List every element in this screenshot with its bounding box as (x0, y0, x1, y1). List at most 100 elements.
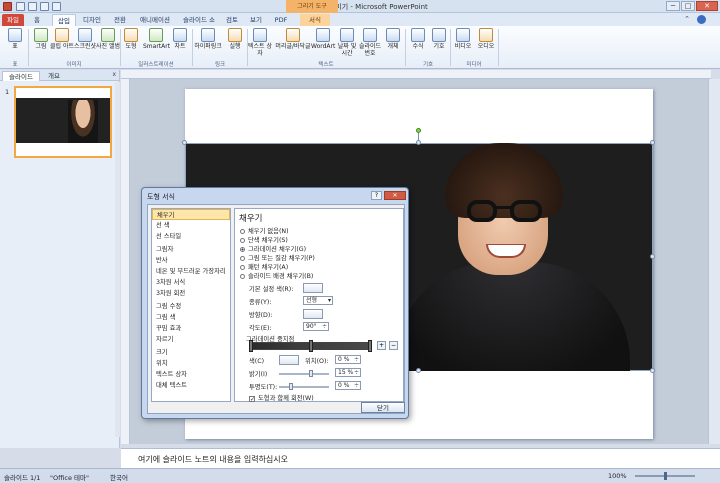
category-line-color[interactable]: 선 색 (152, 220, 230, 231)
wordart-button[interactable]: WordArt (311, 28, 335, 50)
category-3d-format[interactable]: 3차원 서식 (152, 277, 230, 288)
transparency-input[interactable]: 0 % (335, 381, 361, 390)
tab-slideshow[interactable]: 슬라이드 쇼 (180, 14, 218, 26)
resize-handle-top-right[interactable] (650, 140, 655, 145)
close-panel-icon[interactable]: x (112, 71, 116, 78)
type-dropdown[interactable]: 선형 (303, 296, 333, 305)
category-alt-text[interactable]: 대체 텍스트 (152, 380, 230, 391)
slide-number-button[interactable]: 슬라이드 번호 (358, 28, 382, 57)
tab-slides[interactable]: 슬라이드 (2, 71, 40, 81)
textbox-button[interactable]: 텍스트 상자 (248, 28, 272, 57)
language-status[interactable]: 한국어 (110, 472, 128, 482)
gradient-stop-1[interactable] (249, 340, 253, 352)
tab-animations[interactable]: 애니메이션 (136, 14, 174, 26)
minimize-ribbon-icon[interactable]: ⌃ (684, 15, 690, 23)
close-button[interactable]: ✕ (696, 1, 718, 11)
preset-colors-button[interactable] (303, 283, 323, 293)
category-3d-rotation[interactable]: 3차원 회전 (152, 288, 230, 299)
transparency-slider-knob[interactable] (289, 383, 293, 390)
glasses-left-lens (467, 200, 497, 222)
radio-solid-fill[interactable]: 단색 채우기(S) (240, 235, 288, 244)
dialog-close-button[interactable]: 닫기 (361, 402, 405, 413)
resize-handle-top[interactable] (416, 140, 421, 145)
resize-handle-top-left[interactable] (182, 140, 187, 145)
brightness-input[interactable]: 15 % (335, 368, 361, 377)
tab-design[interactable]: 디자인 (80, 14, 104, 26)
position-input[interactable]: 0 % (335, 355, 361, 364)
category-fill[interactable]: 채우기 (152, 209, 230, 220)
vertical-ruler[interactable] (121, 79, 130, 444)
header-footer-button[interactable]: 머리글/바닥글 (274, 28, 312, 50)
radio-picture-texture-fill[interactable]: 그림 또는 질감 채우기(P) (240, 253, 315, 262)
remove-stop-icon[interactable]: − (389, 341, 398, 350)
help-icon[interactable] (697, 15, 706, 24)
category-crop[interactable]: 자르기 (152, 334, 230, 345)
angle-input[interactable]: 90° (303, 322, 329, 331)
shapes-button[interactable]: 도형 (119, 28, 143, 50)
datetime-button[interactable]: 날짜 및 시간 (335, 28, 359, 57)
chart-button[interactable]: 차트 (168, 28, 192, 50)
tab-format[interactable]: 서식 (300, 14, 330, 26)
category-reflection[interactable]: 반사 (152, 255, 230, 266)
notes-pane[interactable]: 여기에 슬라이드 노트의 내용을 입력하십시오 (121, 448, 720, 468)
hyperlink-button[interactable]: 하이퍼링크 (193, 28, 223, 50)
minimize-button[interactable]: ─ (666, 1, 680, 11)
slide-thumbnail[interactable] (14, 86, 112, 158)
category-text-box[interactable]: 텍스트 상자 (152, 369, 230, 380)
category-shadow[interactable]: 그림자 (152, 244, 230, 255)
maximize-button[interactable]: □ (681, 1, 695, 11)
screenshot-button[interactable]: 스크린샷 (73, 28, 97, 50)
clipart-button[interactable]: 클립 아트 (50, 28, 74, 50)
brightness-slider[interactable] (279, 373, 329, 375)
symbol-button[interactable]: 기호 (427, 28, 451, 50)
transparency-label: 투명도(T): (249, 384, 278, 391)
object-button[interactable]: 개체 (381, 28, 405, 50)
gradient-stop-2[interactable] (309, 340, 313, 352)
direction-button[interactable] (303, 309, 323, 319)
zoom-slider-knob[interactable] (664, 472, 667, 480)
tab-transitions[interactable]: 전환 (110, 14, 130, 26)
panel-scrollbar[interactable] (115, 82, 120, 437)
video-button[interactable]: 비디오 (451, 28, 475, 50)
vertical-scrollbar[interactable] (708, 79, 720, 444)
category-size[interactable]: 크기 (152, 347, 230, 358)
rotation-handle[interactable] (416, 128, 421, 133)
tab-insert[interactable]: 삽입 (52, 14, 76, 26)
brightness-slider-knob[interactable] (309, 370, 313, 377)
tab-pdf[interactable]: PDF (272, 14, 290, 26)
category-picture-color[interactable]: 그림 색 (152, 312, 230, 323)
dialog-close-x-button[interactable]: ✕ (384, 191, 406, 200)
rotate-with-shape-label: 도형과 함께 회전(W) (258, 395, 314, 402)
tab-review[interactable]: 검토 (224, 14, 240, 26)
tab-file[interactable]: 파일 (2, 14, 24, 26)
dialog-help-button[interactable]: ? (371, 191, 382, 200)
color-picker-button[interactable] (279, 355, 299, 365)
header-footer-button-label: 머리글/바닥글 (275, 43, 311, 50)
gradient-stop-3[interactable] (368, 340, 372, 352)
horizontal-ruler[interactable] (121, 70, 711, 79)
transparency-slider[interactable] (279, 386, 329, 388)
resize-handle-bottom-right[interactable] (650, 368, 655, 373)
audio-button[interactable]: 오디오 (474, 28, 498, 50)
photo-album-button[interactable]: 사진 앨범 (96, 28, 120, 50)
radio-slide-background-fill[interactable]: 슬라이드 배경 채우기(B) (240, 271, 313, 280)
resize-handle-right[interactable] (650, 254, 655, 259)
add-stop-icon[interactable]: + (377, 341, 386, 350)
category-glow-soft-edges[interactable]: 네온 및 부드러운 가장자리 (152, 266, 230, 277)
tab-view[interactable]: 보기 (248, 14, 264, 26)
action-button[interactable]: 실행 (223, 28, 247, 50)
radio-pattern-fill[interactable]: 패턴 채우기(A) (240, 262, 288, 271)
rotate-with-shape-checkbox[interactable]: ✓ 도형과 함께 회전(W) (249, 393, 314, 403)
resize-handle-bottom[interactable] (416, 368, 421, 373)
category-line-style[interactable]: 선 스타일 (152, 231, 230, 242)
category-artistic-effects[interactable]: 꾸밈 효과 (152, 323, 230, 334)
tab-home[interactable]: 홈 (30, 14, 44, 26)
category-position[interactable]: 위치 (152, 358, 230, 369)
zoom-level[interactable]: 100% (608, 472, 627, 480)
category-picture-corrections[interactable]: 그림 수정 (152, 301, 230, 312)
tab-outline[interactable]: 개요 (42, 71, 66, 81)
smartart-button[interactable]: SmartArt (143, 28, 170, 50)
table-button[interactable]: 표 (3, 28, 27, 50)
radio-gradient-fill[interactable]: 그라데이션 채우기(G) (240, 244, 306, 253)
radio-no-fill[interactable]: 채우기 없음(N) (240, 226, 289, 235)
